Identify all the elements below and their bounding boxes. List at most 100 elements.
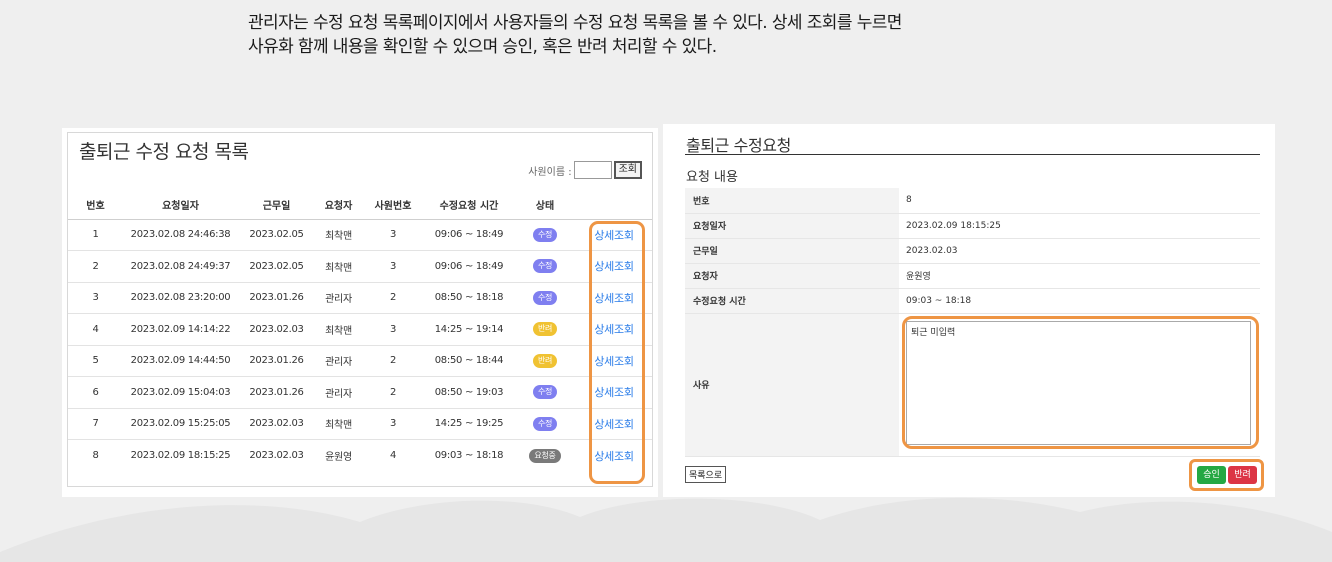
page-title: 출퇴근 수정 요청 목록: [79, 141, 249, 163]
detail-column-highlight: [589, 221, 645, 484]
header-request-time: 수정요청 시간: [424, 191, 514, 220]
search-label: 사원이름 :: [528, 166, 572, 178]
cell-work-date: 2023.01.26: [238, 282, 315, 314]
status-badge: 수정: [532, 290, 558, 305]
request-detail-panel: 출퇴근 수정요청 요청 내용 번호 8 요청일자 2023.02.09 18:1…: [663, 124, 1275, 497]
cell-work-date: 2023.02.05: [238, 219, 315, 251]
detail-value: 2023.02.03: [899, 238, 1260, 264]
cell-request-date: 2023.02.09 14:14:22: [123, 313, 238, 346]
caption-line-1: 관리자는 수정 요청 목록페이지에서 사용자들의 수정 요청 목록을 볼 수 있…: [248, 13, 902, 33]
cell-no: 6: [68, 376, 123, 409]
request-table-body: 1 2023.02.08 24:46:38 2023.02.05 최착맨 3 09:06 …: [68, 219, 652, 471]
back-to-list-button[interactable]: 목록으로: [685, 466, 727, 483]
detail-row-request-time: 수정요청 시간 09:03 ~ 18:18: [685, 288, 1260, 314]
cell-status: 수정: [514, 282, 576, 314]
header-status: 상태: [514, 191, 576, 220]
cell-request-time: 09:06 ~ 18:49: [424, 250, 514, 283]
cell-request-time: 08:50 ~ 18:44: [424, 345, 514, 377]
cell-work-date: 2023.02.03: [249, 450, 304, 461]
table-header-row: 번호 요청일자 근무일 요청자 사원번호 수정요청 시간 상태: [68, 191, 652, 220]
table-row: 2 2023.02.08 24:49:37 2023.02.05 최착맨 3 09:06 …: [68, 250, 652, 283]
cell-request-time: 09:06 ~ 18:49: [424, 219, 514, 251]
cell-status: 반려: [514, 345, 576, 377]
cell-status: 반려: [514, 313, 576, 346]
status-badge: 요청중: [529, 448, 561, 463]
status-badge: 반려: [532, 322, 558, 337]
cell-no: 3: [68, 282, 123, 314]
cell-work-date: 2023.01.26: [238, 376, 315, 409]
status-badge: 수정: [532, 227, 558, 242]
table-row: 6 2023.02.09 15:04:03 2023.01.26 관리자 2 08:50 …: [68, 376, 652, 409]
request-list-panel: 출퇴근 수정 요청 목록 사원이름 : 조회 번호 요청일자 근무일 요청자 사…: [62, 128, 658, 497]
cell-status: 수정: [514, 219, 576, 251]
cell-no: 1: [68, 219, 123, 251]
employee-name-input[interactable]: [573, 161, 612, 179]
cell-employee-no: 2: [362, 282, 424, 314]
cell-request-date: 2023.02.08 24:46:38: [123, 219, 238, 251]
title-divider: [685, 154, 1260, 155]
cell-requester: 최착맨: [315, 408, 362, 440]
background-wave: [0, 497, 1332, 562]
table-row: 3 2023.02.08 23:20:00 2023.01.26 관리자 2 08:50 …: [68, 282, 652, 314]
cell-requester: 관리자: [315, 282, 362, 314]
cell-employee-no: 2: [362, 345, 424, 377]
cell-status: 수정: [514, 376, 576, 409]
cell-no: 7: [68, 408, 123, 440]
cell-request-time: 08:50 ~ 18:18: [424, 282, 514, 314]
approve-button[interactable]: 승인: [1197, 466, 1226, 484]
search-bar: 사원이름 : 조회: [528, 161, 642, 179]
cell-employee-no: 3: [362, 408, 424, 440]
header-work-date: 근무일: [238, 191, 315, 220]
cell-request-date: 2023.02.09 14:44:50: [123, 345, 238, 377]
header-request-date: 요청일자: [123, 191, 238, 220]
detail-label: 요청일자: [685, 213, 899, 239]
cell-requester: 최착맨: [315, 313, 362, 346]
table-row: 7 2023.02.09 15:25:05 2023.02.03 최착맨 3 14:25 …: [68, 408, 652, 440]
cell-request-date: 2023.02.08 23:20:00: [123, 282, 238, 314]
detail-label: 수정요청 시간: [685, 288, 899, 314]
table-row: 5 2023.02.09 14:44:50 2023.01.26 관리자 2 08:50 …: [68, 345, 652, 377]
search-button[interactable]: 조회: [613, 161, 642, 179]
cell-employee-no: 4: [389, 450, 397, 461]
cell-employee-no: 3: [362, 219, 424, 251]
cell-requester: 윤원영: [325, 452, 352, 463]
detail-label: 번호: [685, 188, 899, 214]
detail-label: 요청자: [685, 263, 899, 289]
description-caption: 관리자는 수정 요청 목록페이지에서 사용자들의 수정 요청 목록을 볼 수 있…: [248, 11, 1008, 59]
detail-label: 근무일: [685, 238, 899, 264]
request-list-container: 출퇴근 수정 요청 목록 사원이름 : 조회 번호 요청일자 근무일 요청자 사…: [67, 132, 653, 487]
cell-request-date: 2023.02.09 18:15:25: [130, 450, 231, 461]
cell-status: 요청중: [514, 440, 576, 472]
detail-row-requester: 요청자 윤원영: [685, 263, 1260, 289]
cell-request-time: 09:03 ~ 18:18: [434, 450, 504, 461]
header-no: 번호: [68, 191, 123, 220]
cell-employee-no: 3: [362, 250, 424, 283]
cell-requester: 최착맨: [315, 250, 362, 283]
table-row: 4 2023.02.09 14:14:22 2023.02.03 최착맨 3 14:25 …: [68, 313, 652, 346]
cell-request-date: 2023.02.09 15:25:05: [123, 408, 238, 440]
cell-request-time: 14:25 ~ 19:25: [424, 408, 514, 440]
cell-work-date: 2023.01.26: [238, 345, 315, 377]
header-employee-no: 사원번호: [362, 191, 424, 220]
status-badge: 수정: [532, 385, 558, 400]
detail-row-request-date: 요청일자 2023.02.09 18:15:25: [685, 213, 1260, 239]
caption-line-2: 사유화 함께 내용을 확인할 수 있으며 승인, 혹은 반려 처리할 수 있다.: [248, 37, 717, 57]
reject-button[interactable]: 반려: [1228, 466, 1257, 484]
cell-request-time: 08:50 ~ 19:03: [424, 376, 514, 409]
cell-no: 2: [68, 250, 123, 283]
request-table: 번호 요청일자 근무일 요청자 사원번호 수정요청 시간 상태 1 2023.02…: [68, 191, 652, 471]
cell-employee-no: 2: [362, 376, 424, 409]
table-row: 8 2023.02.09 18:15:25 2023.02.03 윤원영 4 09:03 …: [68, 440, 652, 472]
cell-no: 5: [68, 345, 123, 377]
header-action: [576, 191, 652, 220]
cell-no: 8: [92, 450, 99, 461]
cell-status: 수정: [514, 250, 576, 283]
cell-employee-no: 3: [362, 313, 424, 346]
cell-request-time: 14:25 ~ 19:14: [424, 313, 514, 346]
detail-value: 8: [899, 188, 1260, 214]
detail-value: 09:03 ~ 18:18: [899, 288, 1260, 314]
status-badge: 수정: [532, 259, 558, 274]
cell-requester: 최착맨: [315, 219, 362, 251]
reason-label: 사유: [685, 313, 899, 457]
cell-requester: 관리자: [315, 376, 362, 409]
